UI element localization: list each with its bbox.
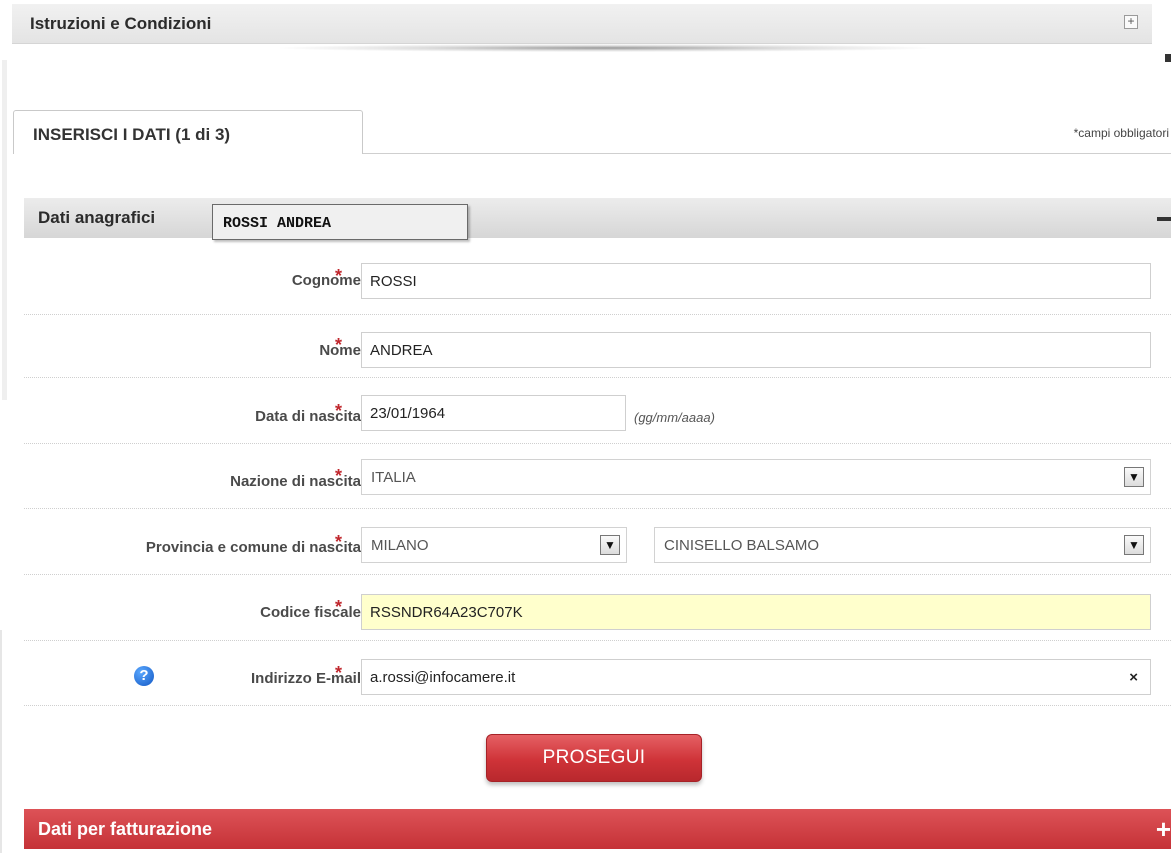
chevron-down-icon[interactable]: ▼ (1124, 535, 1144, 555)
required-star: * (335, 401, 343, 421)
tab-label: INSERISCI I DATI (1 di 3) (33, 125, 231, 144)
date-format-hint: (gg/mm/aaaa) (634, 410, 715, 425)
required-star: * (335, 532, 343, 552)
billing-title: Dati per fatturazione (38, 819, 213, 839)
surname-label: Cognome (291, 272, 361, 289)
instructions-accordion-header[interactable]: Istruzioni e Condizioni + (12, 4, 1152, 44)
email-label: Indirizzo E-mail (250, 670, 361, 687)
birth-country-select[interactable]: ITALIA ▼ (361, 459, 1151, 495)
birth-province-value: MILANO (371, 536, 429, 554)
name-tooltip: ROSSI ANDREA (212, 204, 468, 240)
left-border-rule (2, 60, 7, 400)
form-row-surname: Cognome * ROSSI (24, 252, 1171, 315)
header-shadow-decoration (280, 44, 930, 52)
required-star: * (335, 663, 343, 683)
birth-province-select[interactable]: MILANO ▼ (361, 527, 627, 563)
left-border-rule-lower (0, 630, 2, 853)
birth-date-label: Data di nascita (255, 408, 361, 425)
corner-mark-decoration (1165, 54, 1171, 62)
personal-data-section-header[interactable]: Dati anagrafici (24, 198, 1171, 238)
minus-icon[interactable] (1157, 217, 1171, 221)
name-input[interactable]: ANDREA (361, 332, 1151, 368)
birth-municipality-select[interactable]: CINISELLO BALSAMO ▼ (654, 527, 1151, 563)
clear-x-icon[interactable]: × (1129, 669, 1138, 686)
plus-box-icon[interactable]: + (1124, 15, 1138, 29)
surname-input[interactable]: ROSSI (361, 263, 1151, 299)
required-star: * (335, 466, 343, 486)
tax-code-input[interactable]: RSSNDR64A23C707K (361, 594, 1151, 630)
birth-place-label: Provincia e comune di nascita (145, 539, 361, 556)
required-star: * (335, 597, 343, 617)
chevron-down-icon[interactable]: ▼ (1124, 467, 1144, 487)
required-star: * (335, 335, 343, 355)
form-row-birth-place: Provincia e comune di nascita * MILANO ▼… (24, 512, 1171, 575)
birth-country-value: ITALIA (371, 468, 416, 486)
email-value: a.rossi@infocamere.it (370, 668, 516, 686)
billing-section-header[interactable]: Dati per fatturazione + (24, 809, 1171, 849)
required-fields-note: *campi obbligatori (1073, 126, 1169, 140)
tab-inserisci-dati[interactable]: INSERISCI I DATI (1 di 3) (13, 110, 363, 154)
chevron-down-icon[interactable]: ▼ (600, 535, 620, 555)
form-row-birth-date: Data di nascita * 23/01/1964 (gg/mm/aaaa… (24, 381, 1171, 444)
tab-baseline (363, 153, 1171, 154)
email-input[interactable]: a.rossi@infocamere.it × (361, 659, 1151, 695)
tax-code-label: Codice fiscale (260, 604, 361, 621)
question-circle-icon[interactable]: ? (134, 666, 154, 686)
form-row-email: ? Indirizzo E-mail * a.rossi@infocamere.… (24, 643, 1171, 706)
continue-button[interactable]: PROSEGUI (486, 734, 702, 782)
birth-municipality-value: CINISELLO BALSAMO (664, 536, 820, 554)
personal-data-title: Dati anagrafici (38, 208, 156, 227)
form-row-name: Nome * ANDREA (24, 315, 1171, 378)
required-star: * (335, 266, 343, 286)
instructions-title: Istruzioni e Condizioni (30, 14, 212, 33)
form-row-birth-country: Nazione di nascita * ITALIA ▼ (24, 446, 1171, 509)
form-row-tax-code: Codice fiscale * RSSNDR64A23C707K (24, 578, 1171, 641)
birth-date-input[interactable]: 23/01/1964 (361, 395, 626, 431)
plus-icon[interactable]: + (1156, 814, 1171, 845)
